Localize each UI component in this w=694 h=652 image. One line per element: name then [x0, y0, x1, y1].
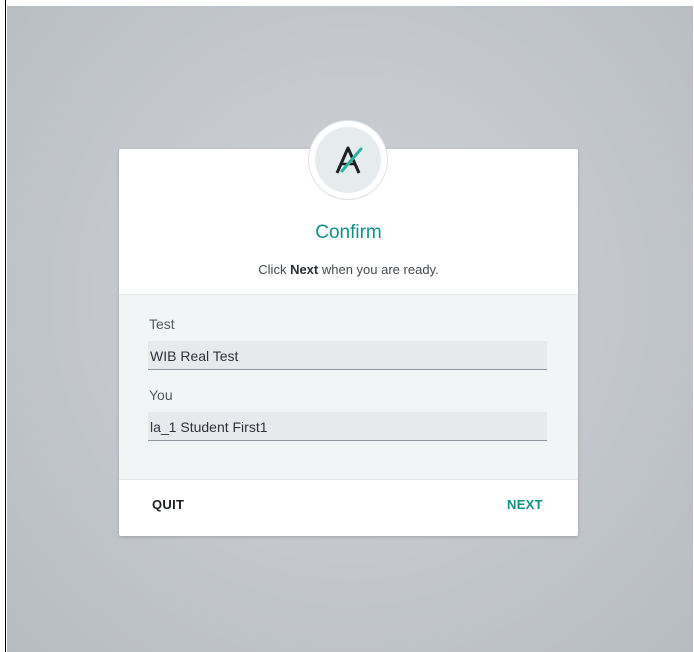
subtitle-suffix: when you are ready.	[318, 262, 439, 277]
subtitle-prefix: Click	[258, 262, 291, 277]
you-field: la_1 Student First1	[148, 412, 547, 441]
details-section: Test WIB Real Test You la_1 Student Firs…	[119, 294, 578, 480]
logo-badge	[315, 127, 381, 193]
test-field: WIB Real Test	[148, 341, 547, 370]
app-logo	[309, 121, 387, 199]
stylized-a-check-icon	[335, 146, 363, 174]
dialog-title: Confirm	[315, 222, 382, 243]
window-edge-line	[5, 0, 6, 652]
subtitle-next-emphasis: Next	[290, 262, 319, 277]
you-label: You	[149, 387, 173, 403]
next-button[interactable]: NEXT	[507, 497, 543, 512]
test-label: Test	[149, 316, 175, 332]
dialog-subtitle: Click Next when you are ready.	[119, 262, 578, 277]
quit-button[interactable]: QUIT	[152, 497, 184, 512]
